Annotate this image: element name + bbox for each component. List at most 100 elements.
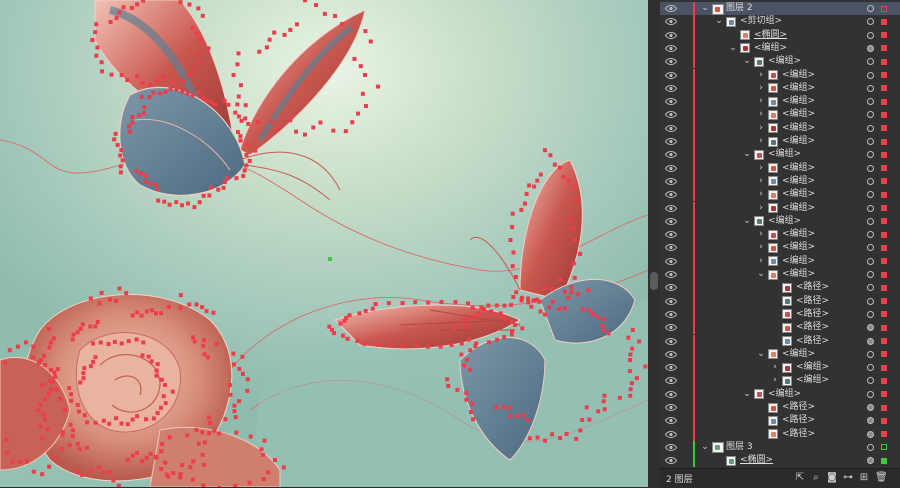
- target-circle-icon[interactable]: [867, 364, 874, 371]
- layer-name[interactable]: <编组>: [782, 175, 815, 188]
- visibility-eye-icon[interactable]: [665, 456, 677, 465]
- selection-indicator[interactable]: [881, 85, 887, 91]
- layer-name[interactable]: <编组>: [768, 215, 801, 228]
- chevron-down-icon[interactable]: ⌄: [714, 15, 724, 28]
- target-circle-icon[interactable]: [867, 98, 874, 105]
- selection-indicator[interactable]: [881, 444, 887, 450]
- chevron-down-icon[interactable]: ⌄: [728, 42, 738, 55]
- visibility-eye-icon[interactable]: [665, 270, 677, 279]
- target-circle-icon[interactable]: [867, 218, 874, 225]
- chevron-right-icon[interactable]: ›: [756, 108, 766, 121]
- target-circle-icon[interactable]: [867, 111, 874, 118]
- layer-name[interactable]: 图层 3: [726, 441, 753, 454]
- layer-row[interactable]: ⌄图层 2: [660, 2, 900, 15]
- selection-indicator[interactable]: [881, 391, 887, 397]
- target-circle-icon[interactable]: [867, 311, 874, 318]
- layer-row[interactable]: ›<编组>: [660, 202, 900, 215]
- visibility-eye-icon[interactable]: [665, 430, 677, 439]
- target-circle-icon[interactable]: [867, 138, 874, 145]
- selection-indicator[interactable]: [881, 139, 887, 145]
- visibility-eye-icon[interactable]: [665, 416, 677, 425]
- selection-indicator[interactable]: [881, 418, 887, 424]
- visibility-eye-icon[interactable]: [665, 243, 677, 252]
- visibility-eye-icon[interactable]: [665, 17, 677, 26]
- layer-name[interactable]: <编组>: [782, 122, 815, 135]
- canvas-scrollbar[interactable]: [648, 0, 660, 487]
- selection-indicator[interactable]: [881, 311, 887, 317]
- target-circle-icon[interactable]: [867, 338, 874, 345]
- visibility-eye-icon[interactable]: [665, 376, 677, 385]
- layer-name[interactable]: <编组>: [782, 228, 815, 241]
- selection-indicator[interactable]: [881, 72, 887, 78]
- selection-indicator[interactable]: [881, 431, 887, 437]
- visibility-eye-icon[interactable]: [665, 390, 677, 399]
- new-layer-icon[interactable]: ⊞: [859, 473, 869, 483]
- visibility-eye-icon[interactable]: [665, 363, 677, 372]
- layer-row[interactable]: <路径>: [660, 281, 900, 294]
- layer-name[interactable]: <编组>: [782, 202, 815, 215]
- visibility-eye-icon[interactable]: [665, 310, 677, 319]
- layer-row[interactable]: ›<编组>: [660, 69, 900, 82]
- layer-row[interactable]: › <编组>: [660, 228, 900, 241]
- chevron-right-icon[interactable]: ›: [756, 95, 766, 108]
- target-circle-icon[interactable]: [867, 457, 874, 464]
- target-circle-icon[interactable]: [867, 431, 874, 438]
- chevron-right-icon[interactable]: ›: [756, 175, 766, 188]
- layer-row[interactable]: ›<编组>: [660, 162, 900, 175]
- layer-name[interactable]: <编组>: [768, 148, 801, 161]
- target-circle-icon[interactable]: [867, 85, 874, 92]
- visibility-eye-icon[interactable]: [665, 71, 677, 80]
- selection-indicator[interactable]: [881, 45, 887, 51]
- chevron-right-icon[interactable]: ›: [756, 255, 766, 268]
- chevron-down-icon[interactable]: ⌄: [700, 2, 710, 15]
- layer-name[interactable]: <编组>: [782, 108, 815, 121]
- selection-indicator[interactable]: [881, 152, 887, 158]
- layer-name[interactable]: <编组>: [782, 241, 815, 254]
- layer-row[interactable]: <椭圆>: [660, 29, 900, 42]
- selection-indicator[interactable]: [881, 232, 887, 238]
- target-circle-icon[interactable]: [867, 231, 874, 238]
- chevron-right-icon[interactable]: ›: [756, 162, 766, 175]
- layer-row[interactable]: <路径>: [660, 401, 900, 414]
- layer-row[interactable]: › <编组>: [660, 108, 900, 121]
- layer-row[interactable]: <路径>: [660, 321, 900, 334]
- layer-row[interactable]: ›<编组>: [660, 255, 900, 268]
- visibility-eye-icon[interactable]: [665, 4, 677, 13]
- selection-indicator[interactable]: [881, 378, 887, 384]
- layer-name[interactable]: <椭圆>: [754, 29, 787, 42]
- selection-indicator[interactable]: [881, 32, 887, 38]
- target-circle-icon[interactable]: [867, 324, 874, 331]
- layer-name[interactable]: <编组>: [796, 374, 829, 387]
- layer-row[interactable]: ⌄<编组>: [660, 42, 900, 55]
- layer-row[interactable]: ›<编组>: [660, 135, 900, 148]
- scroll-thumb[interactable]: [650, 272, 658, 290]
- target-circle-icon[interactable]: [867, 125, 874, 132]
- layer-row[interactable]: <路径>: [660, 428, 900, 441]
- target-circle-icon[interactable]: [867, 45, 874, 52]
- target-circle-icon[interactable]: [867, 32, 874, 39]
- selection-indicator[interactable]: [881, 178, 887, 184]
- chevron-down-icon[interactable]: ⌄: [742, 148, 752, 161]
- selection-indicator[interactable]: [881, 285, 887, 291]
- selection-indicator[interactable]: [881, 405, 887, 411]
- selection-indicator[interactable]: [881, 205, 887, 211]
- layer-row[interactable]: ⌄<剪切组>: [660, 15, 900, 28]
- target-circle-icon[interactable]: [867, 72, 874, 79]
- target-circle-icon[interactable]: [867, 244, 874, 251]
- layer-row[interactable]: ⌄ <编组>: [660, 148, 900, 161]
- selection-indicator[interactable]: [881, 351, 887, 357]
- layer-row[interactable]: <路径>: [660, 335, 900, 348]
- visibility-eye-icon[interactable]: [665, 257, 677, 266]
- new-sublayer-icon[interactable]: ⊶: [843, 473, 853, 483]
- export-icon[interactable]: ⇱: [795, 473, 805, 483]
- chevron-right-icon[interactable]: ›: [756, 228, 766, 241]
- chevron-right-icon[interactable]: ›: [756, 122, 766, 135]
- layer-name[interactable]: <编组>: [782, 82, 815, 95]
- visibility-eye-icon[interactable]: [665, 110, 677, 119]
- layer-name[interactable]: <编组>: [782, 268, 815, 281]
- layer-name[interactable]: <编组>: [782, 348, 815, 361]
- layer-row[interactable]: › <编组>: [660, 175, 900, 188]
- visibility-eye-icon[interactable]: [665, 164, 677, 173]
- delete-icon[interactable]: 🗑: [875, 473, 885, 483]
- layer-row[interactable]: › <编组>: [660, 122, 900, 135]
